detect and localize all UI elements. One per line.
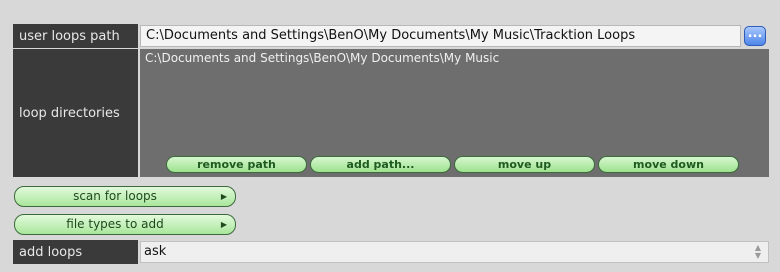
loop-directories-row: loop directories C:\Documents and Settin… xyxy=(13,49,769,177)
browse-button[interactable]: ... xyxy=(744,26,766,46)
up-down-arrows-icon: ▲ ▼ xyxy=(754,243,762,260)
user-loops-path-row: user loops path C:\Documents and Setting… xyxy=(13,24,769,48)
file-types-label: file types to add xyxy=(66,217,164,231)
scan-for-loops-button[interactable]: scan for loops ▶ xyxy=(14,186,236,207)
add-loops-value: ask xyxy=(144,244,167,259)
add-loops-label: add loops xyxy=(13,240,138,264)
add-loops-row: add loops ask ▲ ▼ xyxy=(13,240,769,264)
loop-directories-label: loop directories xyxy=(13,49,138,177)
move-up-button[interactable]: move up xyxy=(454,156,595,173)
user-loops-path-field[interactable]: C:\Documents and Settings\BenO\My Docume… xyxy=(140,25,741,47)
remove-path-button[interactable]: remove path xyxy=(166,156,307,173)
loops-settings-panel: user loops path C:\Documents and Setting… xyxy=(13,24,769,264)
list-item[interactable]: C:\Documents and Settings\BenO\My Docume… xyxy=(145,51,499,65)
add-path-button[interactable]: add path... xyxy=(310,156,451,173)
scan-for-loops-label: scan for loops xyxy=(73,189,157,203)
user-loops-path-label: user loops path xyxy=(13,24,138,48)
move-down-button[interactable]: move down xyxy=(598,156,739,173)
loop-directories-list[interactable]: C:\Documents and Settings\BenO\My Docume… xyxy=(140,49,769,177)
triangle-right-icon: ▶ xyxy=(220,192,227,201)
add-loops-select[interactable]: ask ▲ ▼ xyxy=(140,241,769,263)
file-types-button[interactable]: file types to add ▶ xyxy=(14,214,236,235)
triangle-right-icon: ▶ xyxy=(220,220,227,229)
